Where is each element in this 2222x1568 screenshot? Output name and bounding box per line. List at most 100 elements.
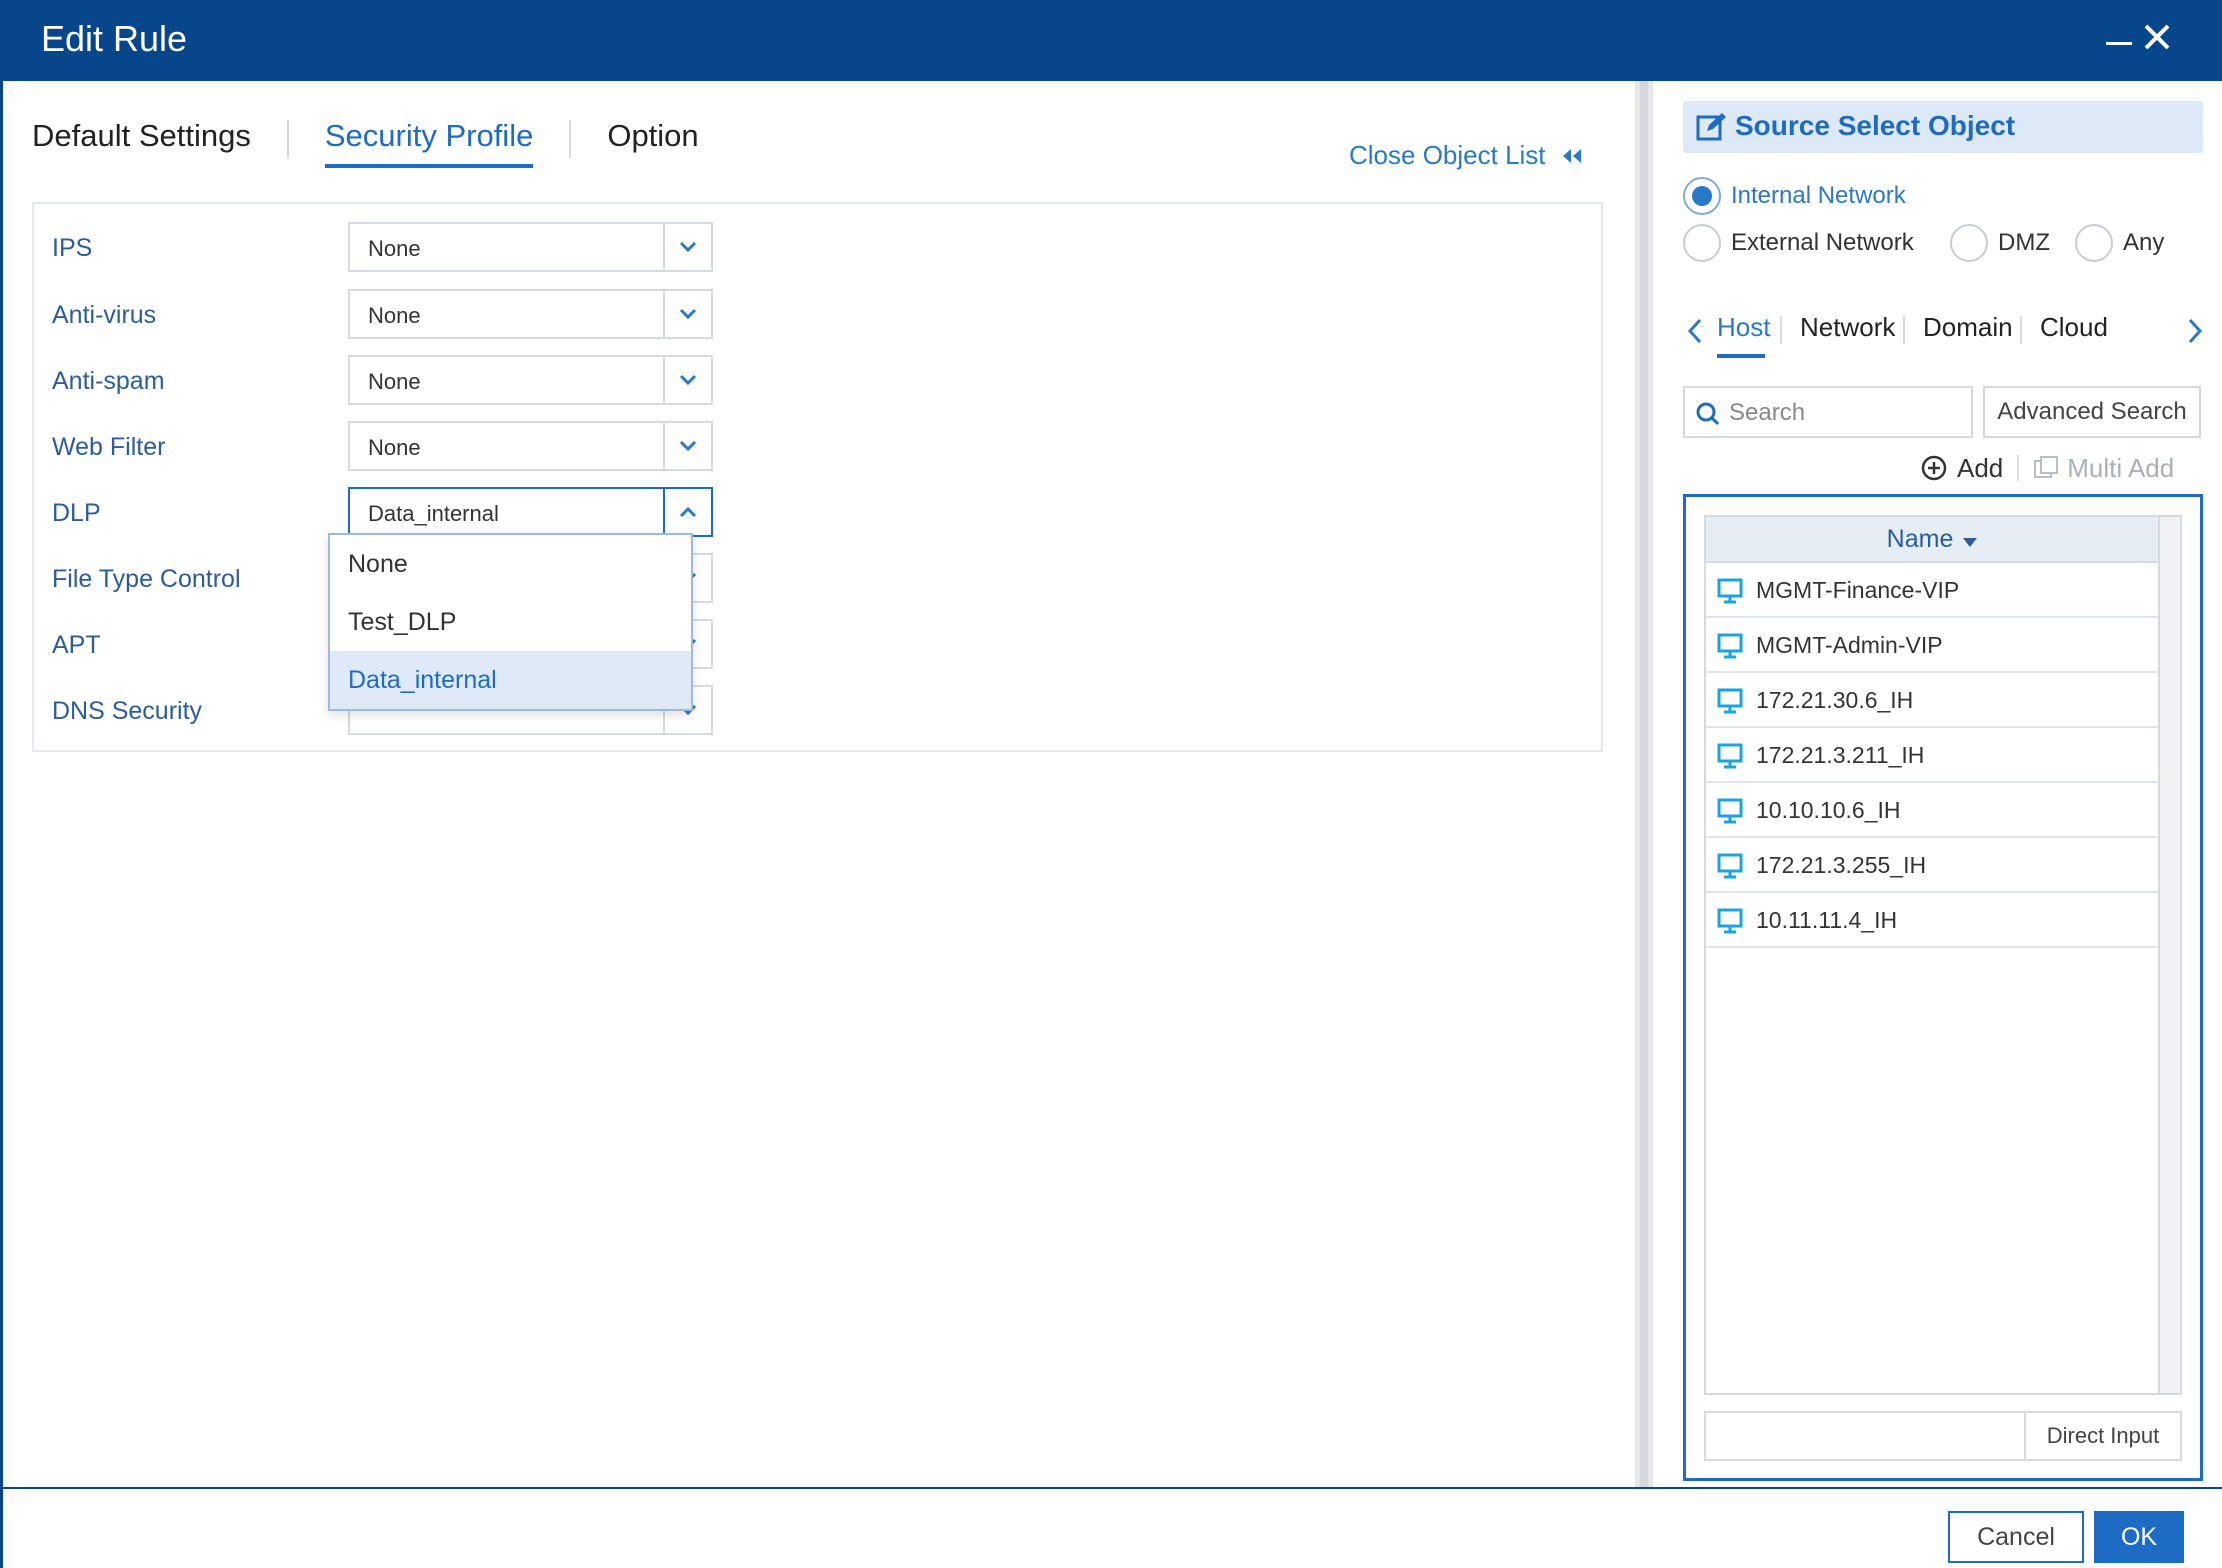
radio-label: Internal Network	[1731, 182, 1906, 209]
anti-virus-select[interactable]: None	[348, 289, 713, 339]
host-icon	[1717, 688, 1743, 714]
direct-input-field[interactable]	[1706, 1413, 2026, 1459]
dlp-option-none[interactable]: None	[330, 535, 691, 593]
chevron-left-icon[interactable]	[1683, 316, 1707, 346]
tab-divider	[2020, 316, 2022, 344]
object-type-tabs: Host Network Domain Cloud	[1683, 304, 2208, 358]
tab-domain[interactable]: Domain	[1923, 312, 2013, 343]
web-filter-select[interactable]: None	[348, 421, 713, 471]
ok-button[interactable]: OK	[2094, 1511, 2184, 1563]
chevron-right-icon[interactable]	[2183, 316, 2207, 346]
direct-input-button[interactable]: Direct Input	[2024, 1413, 2180, 1459]
ips-label: IPS	[52, 234, 93, 262]
radio-selected-icon	[1683, 177, 1721, 215]
radio-external-network[interactable]: External Network	[1683, 224, 1914, 262]
dlp-row: DLP Data_internal	[52, 487, 752, 537]
window-border	[0, 81, 3, 1487]
table-row[interactable]: MGMT-Admin-VIP	[1706, 618, 2158, 673]
close-object-list-label: Close Object List	[1349, 140, 1546, 170]
vertical-scrollbar[interactable]	[2158, 517, 2180, 1393]
search-input[interactable]	[1729, 398, 1959, 428]
host-icon	[1717, 908, 1743, 934]
table-row[interactable]: 172.21.3.255_IH	[1706, 838, 2158, 893]
host-icon	[1717, 853, 1743, 879]
multi-add-icon	[2034, 456, 2059, 478]
dialog-footer: Cancel OK	[0, 1487, 2222, 1568]
cancel-button[interactable]: Cancel	[1948, 1511, 2084, 1563]
web-filter-row: Web Filter None	[52, 421, 752, 471]
title-bar: Edit Rule	[0, 0, 2222, 81]
dns-security-label: DNS Security	[52, 697, 203, 725]
chevron-down-icon[interactable]	[663, 423, 711, 469]
anti-virus-value: None	[368, 303, 421, 328]
radio-any[interactable]: Any	[2075, 224, 2164, 262]
host-name: MGMT-Finance-VIP	[1756, 577, 1960, 603]
tab-cloud[interactable]: Cloud	[2040, 312, 2108, 343]
direct-input-row: Direct Input	[1704, 1411, 2182, 1461]
object-panel: Source Select Object Internal Network Ex…	[1653, 81, 2222, 1487]
tab-host[interactable]: Host	[1717, 312, 1770, 343]
anti-spam-row: Anti-spam None	[52, 355, 752, 405]
object-list-box: Name MGMT-Finance-VIP MGMT-Admin-VIP 172…	[1683, 494, 2203, 1481]
table-row[interactable]: 10.11.11.4_IH	[1706, 893, 2158, 948]
chevron-down-icon[interactable]	[663, 291, 711, 337]
dlp-option-data-internal[interactable]: Data_internal	[330, 651, 691, 709]
object-panel-header: Source Select Object	[1683, 101, 2203, 153]
tab-network[interactable]: Network	[1800, 312, 1895, 343]
dlp-label: DLP	[52, 499, 101, 527]
radio-label: DMZ	[1998, 229, 2050, 256]
pane-splitter[interactable]	[1635, 81, 1653, 1487]
add-label: Add	[1957, 452, 2004, 483]
object-panel-title: Source Select Object	[1735, 110, 2016, 141]
toolbar-divider	[2017, 455, 2020, 481]
sort-down-icon	[1963, 538, 1978, 548]
chevron-up-icon[interactable]	[663, 489, 711, 535]
name-column-header[interactable]: Name	[1706, 517, 2158, 563]
add-button[interactable]: Add	[1921, 453, 2003, 484]
web-filter-value: None	[368, 435, 421, 460]
window-border	[0, 1489, 3, 1568]
apt-label: APT	[52, 631, 101, 659]
close-icon[interactable]	[2138, 18, 2176, 56]
anti-virus-row: Anti-virus None	[52, 289, 752, 339]
tab-divider	[1780, 316, 1782, 344]
add-circle-icon	[1921, 455, 1947, 481]
dlp-option-test-dlp[interactable]: Test_DLP	[330, 593, 691, 651]
host-name: 10.11.11.4_IH	[1756, 907, 1898, 933]
anti-spam-select[interactable]: None	[348, 355, 713, 405]
tab-divider	[569, 120, 572, 158]
settings-tabs: Default Settings Security Profile Option	[32, 118, 699, 178]
tab-divider	[1903, 316, 1905, 344]
host-icon	[1717, 798, 1743, 824]
tab-security-profile[interactable]: Security Profile	[324, 118, 534, 168]
tab-option[interactable]: Option	[607, 118, 698, 164]
radio-internal-network[interactable]: Internal Network	[1683, 177, 1906, 215]
object-table: Name MGMT-Finance-VIP MGMT-Admin-VIP 172…	[1704, 515, 2182, 1395]
ips-row: IPS None	[52, 222, 752, 272]
host-name: 10.10.10.6_IH	[1756, 797, 1901, 823]
ips-select[interactable]: None	[348, 222, 713, 272]
security-profile-panel: IPS None Anti-virus None Anti-spam None …	[32, 202, 1603, 752]
chevron-down-icon[interactable]	[663, 224, 711, 270]
table-row[interactable]: 172.21.30.6_IH	[1706, 673, 2158, 728]
active-tab-indicator	[1717, 354, 1765, 358]
host-name: MGMT-Admin-VIP	[1756, 632, 1943, 658]
table-row[interactable]: 172.21.3.211_IH	[1706, 728, 2158, 783]
table-row[interactable]: 10.10.10.6_IH	[1706, 783, 2158, 838]
table-row[interactable]: MGMT-Finance-VIP	[1706, 563, 2158, 618]
minimize-icon[interactable]	[2106, 42, 2132, 45]
radio-label: Any	[2123, 229, 2165, 256]
radio-dmz[interactable]: DMZ	[1950, 224, 2050, 262]
radio-icon	[2075, 224, 2113, 262]
host-icon	[1717, 633, 1743, 659]
chevron-down-icon[interactable]	[663, 357, 711, 403]
close-object-list-link[interactable]: Close Object List	[1349, 140, 1584, 171]
host-name: 172.21.30.6_IH	[1756, 687, 1914, 713]
anti-spam-value: None	[368, 369, 421, 394]
dlp-select[interactable]: Data_internal	[348, 487, 713, 537]
multi-add-button[interactable]: Multi Add	[2033, 453, 2174, 484]
advanced-search-button[interactable]: Advanced Search	[1983, 386, 2201, 438]
radio-icon	[1950, 224, 1988, 262]
tab-default-settings[interactable]: Default Settings	[32, 118, 251, 164]
tab-divider	[286, 120, 289, 158]
